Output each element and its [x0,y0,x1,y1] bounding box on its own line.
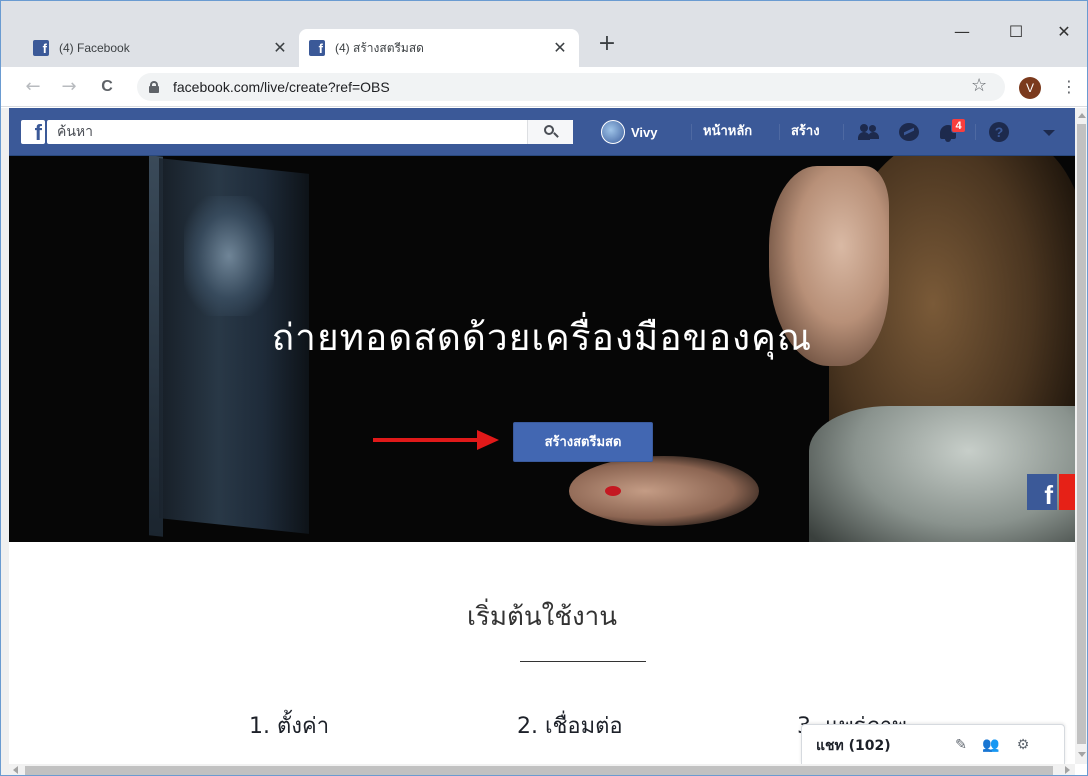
friend-requests-icon[interactable] [857,120,881,144]
horizontal-scrollbar[interactable] [9,764,1075,775]
browser-toolbar: ← → C facebook.com/live/create?ref=OBS ☆… [1,67,1087,107]
account-menu-caret-icon[interactable] [1037,120,1061,144]
maximize-button[interactable]: ☐ [993,19,1039,45]
tab-title: (4) สร้างสตรีมสด [335,40,424,55]
messenger-icon[interactable] [897,120,921,144]
tab-strip: f (4) Facebook ✕ f (4) สร้างสตรีมสด ✕ + … [1,1,1087,67]
home-link[interactable]: หน้าหลัก [703,120,752,144]
reload-button[interactable]: C [95,75,119,99]
settings-icon[interactable]: ⚙ [1014,736,1032,754]
tab-close-icon[interactable]: ✕ [551,38,569,58]
forward-button[interactable]: → [57,75,81,99]
search-button[interactable] [527,120,573,144]
lock-icon [149,81,159,93]
page-viewport: f Vivy หน้าหลัก สร้าง 4 ? [9,108,1075,764]
tab-title: (4) Facebook [59,41,130,55]
compose-icon[interactable]: ✎ [952,736,970,754]
step-connect: 2. เชื่อมต่อ [517,714,623,739]
getting-started-title: เริ่มต้นใช้งาน [466,602,618,632]
minimize-button[interactable]: — [939,19,985,45]
facebook-logo-icon[interactable]: f [21,120,45,144]
nav-divider [691,124,692,140]
profile-link[interactable]: Vivy [601,120,658,144]
nav-divider [779,124,780,140]
tab-facebook[interactable]: f (4) Facebook ✕ [23,29,299,67]
facebook-favicon-icon: f [33,40,49,56]
avatar [601,120,625,144]
profile-avatar[interactable]: V [1019,77,1041,99]
hero-title: ถ่ายทอดสดด้วยเครื่องมือของคุณ [271,316,813,359]
chat-label[interactable]: แชท (102) [816,735,891,757]
hero-banner: ถ่ายทอดสดด้วยเครื่องมือของคุณ สร้างสตรีม… [9,156,1075,542]
search-input[interactable] [57,124,517,140]
search-icon [543,125,559,139]
scroll-up-icon[interactable] [1078,113,1086,118]
help-icon[interactable]: ? [987,120,1011,144]
url-text: facebook.com/live/create?ref=OBS [173,79,390,95]
tab-live-create[interactable]: f (4) สร้างสตรีมสด ✕ [299,29,579,67]
left-gutter [1,108,9,775]
vertical-scrollbar[interactable] [1075,108,1087,764]
scroll-thumb[interactable] [25,766,1053,775]
scroll-left-icon[interactable] [13,766,18,774]
browser-menu-icon[interactable]: ⋮ [1061,75,1077,99]
youtube-share-icon[interactable] [1059,474,1075,510]
red-arrow-icon [373,430,501,450]
monitor-glow-image [184,196,274,316]
facebook-share-icon[interactable]: f [1027,474,1057,510]
facebook-header: f Vivy หน้าหลัก สร้าง 4 ? [9,108,1075,156]
chat-bar[interactable]: แชท (102) ✎ 👥 ⚙ [801,724,1065,764]
nav-divider [843,124,844,140]
back-button[interactable]: ← [21,75,45,99]
scroll-thumb[interactable] [1077,124,1086,744]
nav-divider [975,124,976,140]
step-setup: 1. ตั้งค่า [249,714,330,739]
close-window-button[interactable]: ✕ [1041,19,1087,45]
tab-close-icon[interactable]: ✕ [271,38,289,58]
create-link[interactable]: สร้าง [791,120,820,144]
facebook-favicon-icon: f [309,40,325,56]
bookmark-star-icon[interactable]: ☆ [971,75,987,96]
scroll-right-icon[interactable] [1065,766,1070,774]
create-live-stream-button[interactable]: สร้างสตรีมสด [513,422,653,462]
section-divider [520,661,646,662]
notifications-bell-icon[interactable]: 4 [937,118,966,144]
scroll-down-icon[interactable] [1078,752,1086,757]
new-tab-button[interactable]: + [593,31,621,59]
search-box[interactable] [47,120,573,144]
share-sidebar[interactable]: f [1027,474,1075,510]
browser-window: f (4) Facebook ✕ f (4) สร้างสตรีมสด ✕ + … [0,0,1088,776]
address-bar[interactable]: facebook.com/live/create?ref=OBS [137,73,1005,101]
notification-badge: 4 [951,118,966,133]
nail-polish-image [605,486,621,496]
person-hand-image [569,456,759,526]
user-name: Vivy [631,124,658,140]
group-icon[interactable]: 👥 [982,736,1000,754]
